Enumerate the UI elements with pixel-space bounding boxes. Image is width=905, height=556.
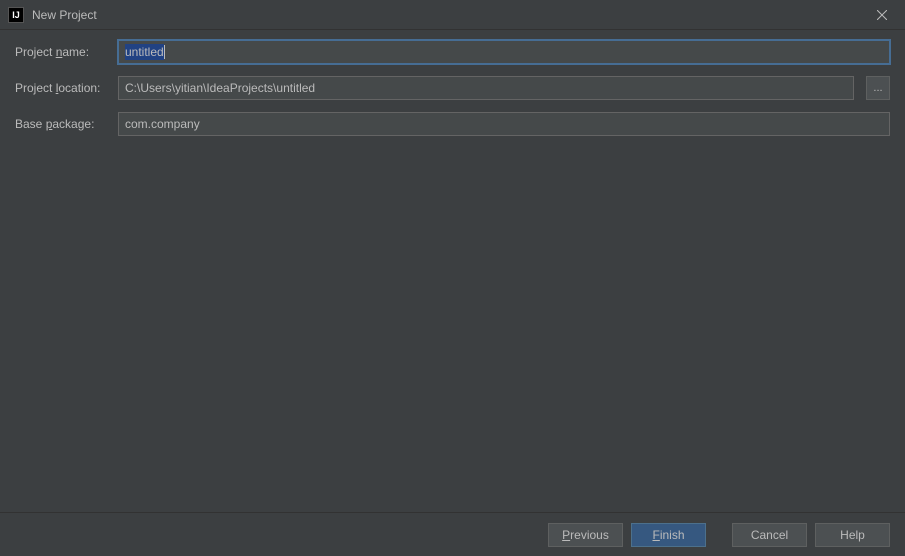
- project-name-value: untitled: [125, 44, 164, 60]
- form-content: Project name: untitled Project location:…: [0, 30, 905, 512]
- titlebar: IJ New Project: [0, 0, 905, 30]
- project-name-input[interactable]: untitled: [118, 40, 890, 64]
- close-icon: [877, 10, 887, 20]
- text-caret: [164, 45, 165, 59]
- project-location-row: Project location: ...: [15, 76, 890, 100]
- project-location-label: Project location:: [15, 81, 110, 95]
- window-title: New Project: [32, 8, 867, 22]
- project-location-input[interactable]: [118, 76, 854, 100]
- project-name-row: Project name: untitled: [15, 40, 890, 64]
- finish-button[interactable]: Finish: [631, 523, 706, 547]
- footer: Previous Finish Cancel Help: [0, 512, 905, 556]
- app-icon: IJ: [8, 7, 24, 23]
- base-package-label: Base package:: [15, 117, 110, 131]
- previous-button[interactable]: Previous: [548, 523, 623, 547]
- close-button[interactable]: [867, 0, 897, 30]
- project-name-label: Project name:: [15, 45, 110, 59]
- cancel-button[interactable]: Cancel: [732, 523, 807, 547]
- base-package-input[interactable]: [118, 112, 890, 136]
- base-package-row: Base package:: [15, 112, 890, 136]
- browse-location-button[interactable]: ...: [866, 76, 890, 100]
- help-button[interactable]: Help: [815, 523, 890, 547]
